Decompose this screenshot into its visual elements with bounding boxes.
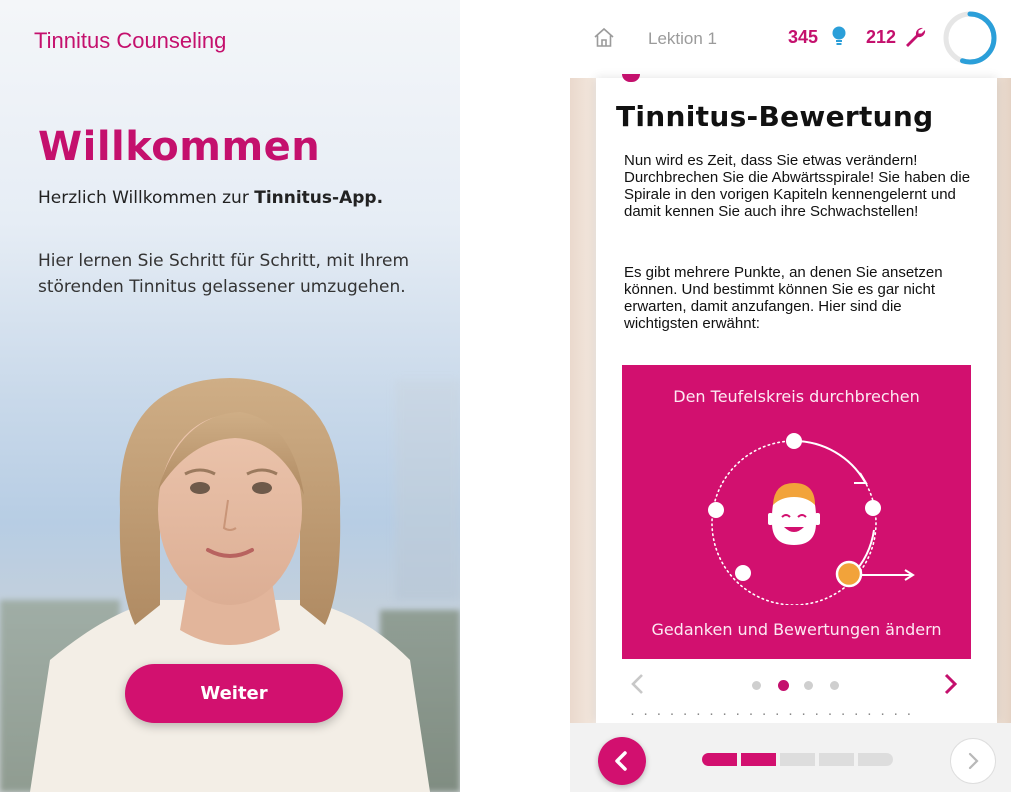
top-bar: Lektion 1 345 212 (570, 0, 1011, 78)
card-paragraph: Nun wird es Zeit, dass Sie etwas verände… (624, 152, 971, 220)
home-icon[interactable] (592, 26, 616, 50)
welcome-screen: Tinnitus Counseling Willkommen Herzlich … (0, 0, 460, 792)
lesson-label: Lektion 1 (648, 29, 717, 48)
carousel-next-button[interactable] (940, 672, 960, 696)
points-count: 345 (788, 27, 819, 47)
greeting-app-name: Tinnitus-App. (254, 188, 384, 208)
clipped-text: · · · · · · · · · · · · · · · · · · · · … (630, 713, 914, 722)
wrench-icon (906, 27, 926, 47)
carousel-prev-button[interactable] (628, 672, 648, 696)
lesson-progress-ring (943, 11, 997, 65)
illustration-title: Den Teufelskreis durchbrechen (673, 387, 920, 406)
progress-segment (741, 753, 776, 766)
lightbulb-icon (832, 26, 846, 45)
smiling-face-icon (768, 483, 820, 545)
carousel-dot[interactable] (752, 681, 761, 690)
card-paragraph: Es gibt mehrere Punkte, an denen Sie ans… (624, 264, 943, 332)
lesson-screen: Lektion 1 345 212 Tinnitus-Bewertung Nun… (570, 0, 1011, 792)
chevron-left-icon (615, 751, 627, 771)
page-title: Willkommen (38, 124, 321, 170)
weiter-button[interactable]: Weiter (125, 664, 343, 723)
progress-segment (858, 753, 893, 766)
chevron-right-icon (968, 752, 979, 770)
carousel-dots (752, 678, 852, 692)
tools-count: 212 (866, 27, 897, 47)
carousel-dot[interactable] (830, 681, 839, 690)
progress-segment (780, 753, 815, 766)
back-button[interactable] (598, 737, 646, 785)
progress-segment (819, 753, 854, 766)
welcome-description: Hier lernen Sie Schritt für Schritt, mit… (38, 251, 410, 297)
app-brand: Tinnitus Counseling (34, 28, 227, 53)
card-title: Tinnitus-Bewertung (616, 100, 934, 133)
counselor-portrait (30, 378, 430, 792)
carousel-dot[interactable] (778, 680, 789, 691)
greeting-text: Herzlich Willkommen zur Tinnitus-App. (38, 188, 383, 208)
vicious-circle-diagram (708, 433, 915, 605)
forward-button[interactable] (950, 738, 996, 784)
illustration-subtitle: Gedanken und Bewertungen ändern (651, 620, 942, 639)
greeting-prefix: Herzlich Willkommen zur (38, 188, 255, 208)
carousel-dot[interactable] (804, 681, 813, 690)
progress-segment (702, 753, 737, 766)
cycle-illustration: Den Teufelskreis durchbrechen Gedanken u… (622, 365, 971, 659)
